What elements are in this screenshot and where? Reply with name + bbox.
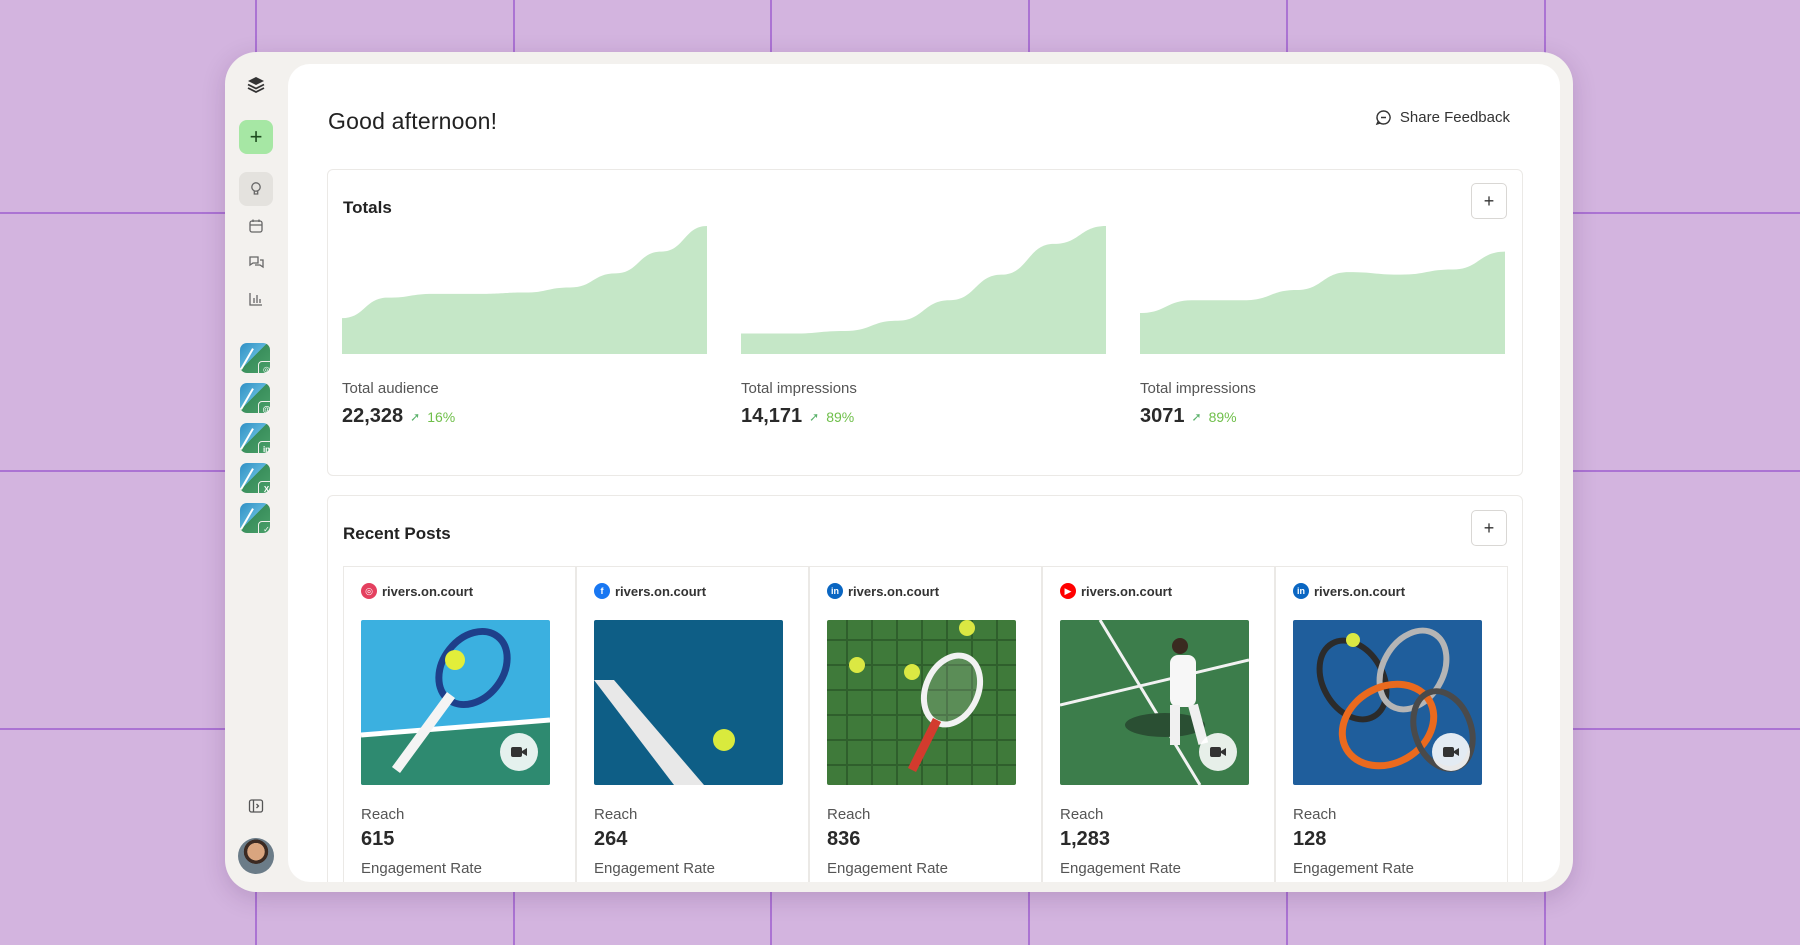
threads-icon: @ <box>258 401 275 418</box>
recent-posts-add-button[interactable]: + <box>1471 510 1507 546</box>
metric-value: 22,328 <box>342 405 404 427</box>
reach-label: Reach <box>827 806 871 823</box>
instagram-icon: ◎ <box>258 361 275 378</box>
avatar[interactable] <box>238 838 274 874</box>
trend-up-icon: ➚ <box>1191 409 1202 424</box>
engagement-rate-label: Engagement Rate <box>1293 860 1414 877</box>
engagement-rate-label: Engagement Rate <box>361 860 482 877</box>
collapse-sidebar-button[interactable] <box>244 794 268 818</box>
video-icon <box>500 733 538 771</box>
account-threads[interactable]: @ <box>240 383 275 418</box>
chat-icon <box>248 255 264 268</box>
post-thumbnail[interactable] <box>361 620 550 785</box>
feedback-icon <box>1375 110 1391 126</box>
post-card[interactable]: ▶ rivers.on.court Reach 1,283 Engagement … <box>1042 566 1275 882</box>
video-icon <box>1199 733 1237 771</box>
metric-change: 89% <box>826 408 855 425</box>
account-linkedin[interactable]: in <box>240 423 275 458</box>
facebook-icon: f <box>594 583 610 599</box>
metric-value: 14,171 <box>741 405 803 427</box>
plus-icon: + <box>1483 190 1495 211</box>
post-thumbnail[interactable] <box>827 620 1016 785</box>
sidebar: + ◎ @ in X ✓ <box>225 52 287 892</box>
reach-label: Reach <box>1060 806 1104 823</box>
reach-value: 264 <box>594 828 628 850</box>
linkedin-icon: in <box>827 583 843 599</box>
post-handle: rivers.on.court <box>615 583 707 599</box>
metric-sparkline <box>342 226 707 354</box>
ideas-nav-button[interactable] <box>239 172 273 206</box>
totals-card: Totals + Total audience 22,328 ➚ 16% Tot… <box>327 169 1523 476</box>
reach-value: 128 <box>1293 828 1327 850</box>
reach-value: 615 <box>361 828 395 850</box>
post-handle: rivers.on.court <box>1314 583 1406 599</box>
x-icon: X <box>258 481 275 498</box>
app-window: + ◎ @ in X ✓ Good afternoon! Share Feedb… <box>225 52 1573 892</box>
posts-grid: ◎ rivers.on.court Reach 615 Engagement Ra… <box>343 566 1508 882</box>
youtube-icon: ▶ <box>1060 583 1076 599</box>
linkedin-icon: in <box>258 441 275 458</box>
metric-label: Total audience <box>342 380 439 397</box>
metric-total-audience: Total audience 22,328 ➚ 16% <box>342 224 707 428</box>
bar-chart-icon <box>249 293 262 306</box>
engagement-rate-label: Engagement Rate <box>1060 860 1181 877</box>
totals-title: Totals <box>343 198 392 217</box>
recent-posts-title: Recent Posts <box>343 524 451 543</box>
metric-total-impressions-2: Total impressions 3071 ➚ 89% <box>1140 224 1505 428</box>
metric-change: 89% <box>1208 408 1237 425</box>
sidebar-toggle-icon <box>248 799 264 813</box>
trend-up-icon: ➚ <box>809 409 820 424</box>
reach-label: Reach <box>1293 806 1337 823</box>
main-content: Good afternoon! Share Feedback Totals + … <box>288 64 1560 882</box>
account-bluesky[interactable]: ✓ <box>240 503 275 538</box>
share-feedback-button[interactable]: Share Feedback <box>1375 109 1510 126</box>
post-handle: rivers.on.court <box>848 583 940 599</box>
metric-value: 3071 <box>1140 405 1185 427</box>
post-thumbnail[interactable] <box>1293 620 1482 785</box>
post-handle: rivers.on.court <box>1081 583 1173 599</box>
share-feedback-label: Share Feedback <box>1399 109 1510 126</box>
metric-total-impressions: Total impressions 14,171 ➚ 89% <box>741 224 1106 428</box>
bluesky-icon: ✓ <box>258 521 275 538</box>
post-handle: rivers.on.court <box>382 583 474 599</box>
recent-posts-card: Recent Posts + ◎ rivers.on.court Reach 61… <box>327 495 1523 882</box>
create-post-button[interactable]: + <box>239 120 273 154</box>
post-card[interactable]: in rivers.on.court Reach 836 Engagement R… <box>809 566 1042 882</box>
totals-add-button[interactable]: + <box>1471 183 1507 219</box>
account-instagram[interactable]: ◎ <box>240 343 275 378</box>
calendar-nav-button[interactable] <box>239 209 273 243</box>
analytics-nav-button[interactable] <box>239 282 273 316</box>
metric-label: Total impressions <box>1140 380 1256 397</box>
plus-icon: + <box>249 124 263 149</box>
video-icon <box>1432 733 1470 771</box>
metric-sparkline <box>741 226 1106 354</box>
trend-up-icon: ➚ <box>410 409 421 424</box>
engage-nav-button[interactable] <box>239 245 273 279</box>
reach-label: Reach <box>361 806 405 823</box>
calendar-icon <box>249 219 263 233</box>
post-card[interactable]: in rivers.on.court Reach 128 Engagement R… <box>1275 566 1508 882</box>
post-card[interactable]: ◎ rivers.on.court Reach 615 Engagement Ra… <box>343 566 576 882</box>
account-x[interactable]: X <box>240 463 275 498</box>
linkedin-icon: in <box>1293 583 1309 599</box>
engagement-rate-label: Engagement Rate <box>594 860 715 877</box>
post-thumbnail[interactable] <box>594 620 783 785</box>
metric-change: 16% <box>427 408 456 425</box>
post-thumbnail[interactable] <box>1060 620 1249 785</box>
metric-sparkline <box>1140 251 1505 354</box>
reach-label: Reach <box>594 806 638 823</box>
lightbulb-icon <box>251 182 261 195</box>
metric-label: Total impressions <box>741 380 857 397</box>
reach-value: 1,283 <box>1060 828 1111 850</box>
page-title: Good afternoon! <box>328 108 498 134</box>
reach-value: 836 <box>827 828 861 850</box>
layers-icon[interactable] <box>239 68 273 102</box>
engagement-rate-label: Engagement Rate <box>827 860 948 877</box>
instagram-icon: ◎ <box>361 583 377 599</box>
post-card[interactable]: f rivers.on.court Reach 264 Engagement Ra… <box>576 566 809 882</box>
plus-icon: + <box>1483 517 1495 538</box>
